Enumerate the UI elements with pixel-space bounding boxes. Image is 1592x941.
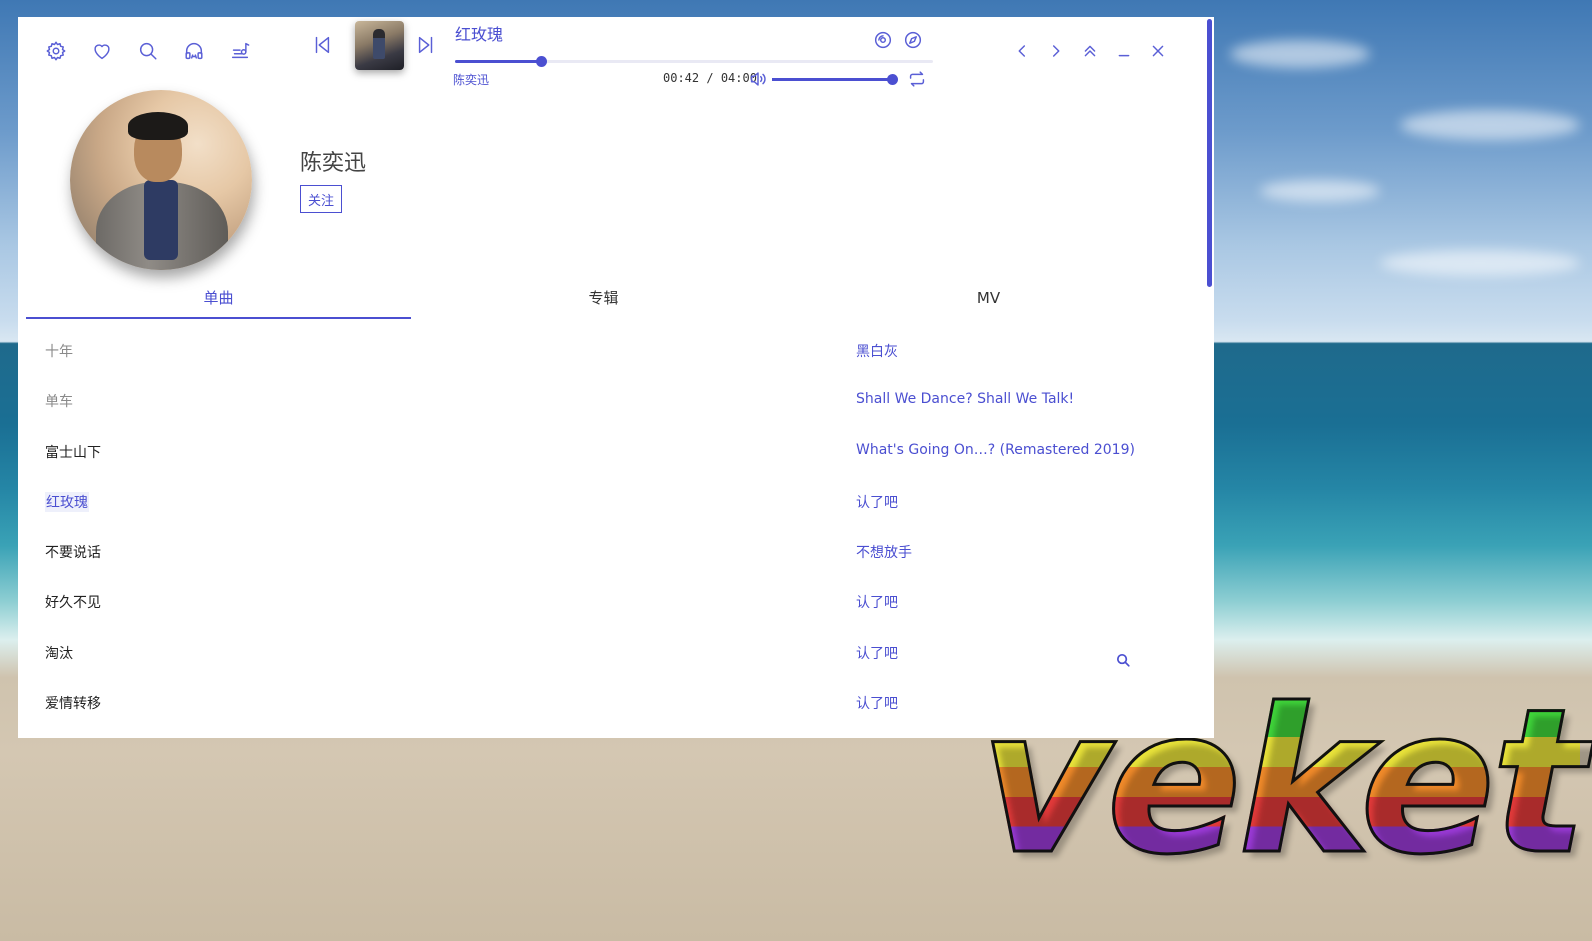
progress-fill: [455, 60, 542, 63]
previous-track-icon[interactable]: [308, 31, 336, 59]
chevron-right-icon[interactable]: [1042, 37, 1070, 65]
tab-albums[interactable]: 专辑: [411, 283, 796, 319]
volume-handle[interactable]: [887, 74, 898, 85]
song-title[interactable]: 单车: [45, 391, 73, 411]
song-title[interactable]: 不要说话: [45, 542, 101, 562]
now-playing-artist[interactable]: 陈奕迅: [453, 71, 489, 88]
song-album-link[interactable]: Shall We Dance? Shall We Talk!: [856, 391, 1074, 407]
headphones-icon[interactable]: [180, 37, 208, 65]
song-album-link[interactable]: 认了吧: [856, 643, 898, 663]
search-icon[interactable]: [1111, 648, 1135, 672]
song-album-link[interactable]: 认了吧: [856, 693, 898, 713]
now-playing-title[interactable]: 红玫瑰: [455, 21, 503, 45]
cloud: [1400, 110, 1580, 140]
artist-name: 陈奕迅: [300, 151, 367, 176]
album-cover-thumbnail[interactable]: [355, 21, 404, 70]
table-row[interactable]: 富士山下 What's Going On…? (Remastered 2019): [18, 426, 1178, 476]
song-list: 十年 黑白灰 单车 Shall We Dance? Shall We Talk!…: [18, 325, 1178, 727]
heart-icon[interactable]: [88, 37, 116, 65]
close-icon[interactable]: [1144, 37, 1172, 65]
music-player-window: 红玫瑰 陈奕迅 00:42 / 04:00 陈奕迅 关注 单曲 专辑 MV 十年…: [18, 17, 1214, 738]
scrollbar[interactable]: [1207, 19, 1212, 287]
compass-icon[interactable]: [899, 26, 927, 54]
song-album-link[interactable]: What's Going On…? (Remastered 2019): [856, 442, 1135, 458]
song-title[interactable]: 淘汰: [45, 643, 73, 663]
song-title[interactable]: 富士山下: [45, 442, 101, 462]
volume-slider[interactable]: [772, 74, 898, 85]
cloud: [1230, 40, 1370, 68]
cloud: [1260, 180, 1380, 202]
table-row[interactable]: 单车 Shall We Dance? Shall We Talk!: [18, 375, 1178, 425]
volume-fill: [772, 78, 892, 81]
volume-icon[interactable]: [744, 65, 772, 93]
song-album-link[interactable]: 认了吧: [856, 492, 898, 512]
cloud: [1380, 250, 1580, 276]
song-album-link[interactable]: 认了吧: [856, 592, 898, 612]
song-title[interactable]: 十年: [45, 341, 73, 361]
search-icon[interactable]: [134, 37, 162, 65]
artist-avatar: [70, 90, 252, 270]
next-track-icon[interactable]: [412, 31, 440, 59]
tab-bar: 单曲 专辑 MV: [26, 283, 1181, 319]
gear-icon[interactable]: [42, 37, 70, 65]
table-row[interactable]: 十年 黑白灰: [18, 325, 1178, 375]
table-row[interactable]: 爱情转移 认了吧: [18, 677, 1178, 727]
double-chevron-up-icon[interactable]: [1076, 37, 1104, 65]
music-note-icon[interactable]: [226, 37, 254, 65]
progress-handle[interactable]: [536, 56, 548, 67]
table-row[interactable]: 淘汰 认了吧: [18, 627, 1178, 677]
tab-mv[interactable]: MV: [796, 283, 1181, 319]
playback-time: 00:42 / 04:00: [663, 71, 757, 85]
song-album-link[interactable]: 黑白灰: [856, 341, 898, 361]
chevron-left-icon[interactable]: [1008, 37, 1036, 65]
minimize-icon[interactable]: [1110, 37, 1138, 65]
vinyl-disc-icon[interactable]: [869, 26, 897, 54]
table-row[interactable]: 不要说话 不想放手: [18, 526, 1178, 576]
song-title[interactable]: 爱情转移: [45, 693, 101, 713]
song-album-link[interactable]: 不想放手: [856, 542, 912, 562]
time-separator: /: [706, 71, 714, 85]
table-row[interactable]: 红玫瑰 认了吧: [18, 476, 1178, 526]
song-title-playing[interactable]: 红玫瑰: [45, 491, 89, 512]
progress-bar[interactable]: [455, 56, 933, 67]
tab-songs[interactable]: 单曲: [26, 283, 411, 319]
follow-button[interactable]: 关注: [300, 185, 342, 213]
repeat-icon[interactable]: [903, 65, 931, 93]
current-time: 00:42: [663, 71, 700, 85]
table-row[interactable]: 好久不见 认了吧: [18, 576, 1178, 626]
song-title[interactable]: 好久不见: [45, 592, 101, 612]
